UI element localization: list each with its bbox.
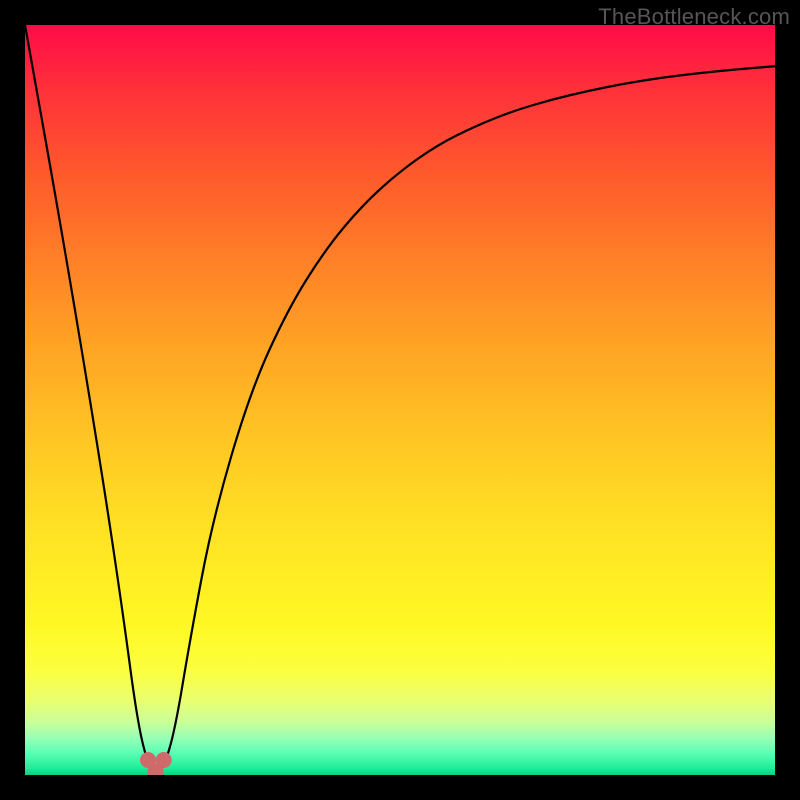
watermark-text: TheBottleneck.com: [598, 4, 790, 30]
plot-area: [25, 25, 775, 775]
heat-gradient-background: [25, 25, 775, 775]
chart-frame: TheBottleneck.com: [0, 0, 800, 800]
